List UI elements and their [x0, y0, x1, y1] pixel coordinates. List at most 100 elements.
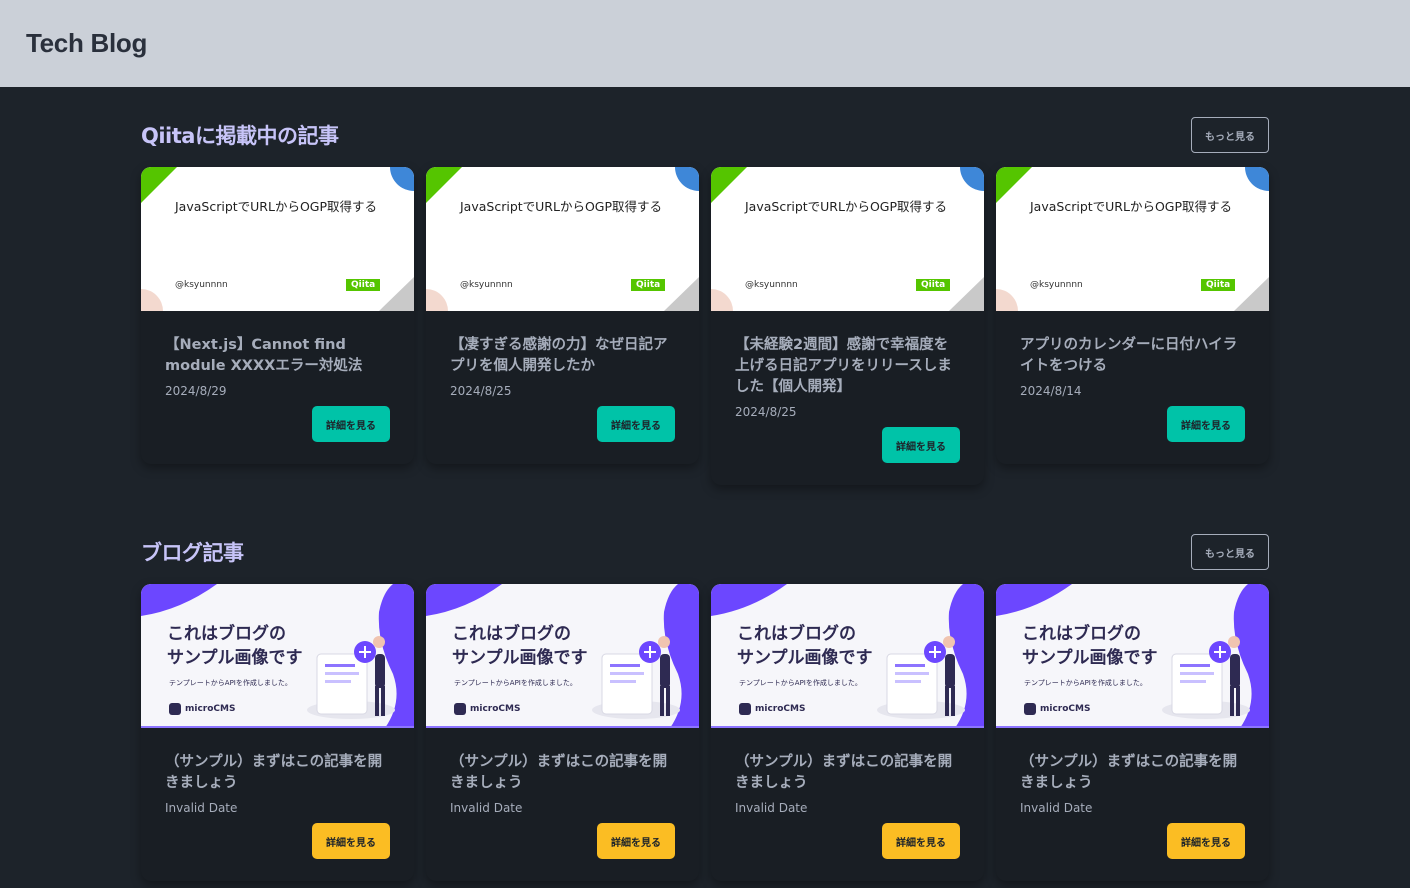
- card-body: 【未経験2週間】感謝で幸福度を上げる日記アプリをリリースしました【個人開発】 2…: [711, 311, 984, 485]
- qiita-card: JavaScriptでURLからOGP取得する @ksyunnnn Qiita …: [996, 167, 1269, 464]
- ogp-user: @ksyunnnn: [460, 280, 513, 290]
- ogp-title: JavaScriptでURLからOGP取得する: [460, 199, 663, 214]
- card-date: 2024/8/25: [735, 405, 797, 419]
- card-date: Invalid Date: [1020, 801, 1093, 815]
- blog-more-button[interactable]: もっと見る: [1191, 534, 1269, 570]
- detail-button[interactable]: 詳細を見る: [597, 406, 675, 442]
- blog-card: これはブログの サンプル画像です テンプレートからAPIを作成しました。 mic…: [141, 584, 414, 881]
- blog-thumbnail[interactable]: これはブログの サンプル画像です テンプレートからAPIを作成しました。 mic…: [711, 584, 984, 728]
- card-actions: 詳細を見る: [450, 406, 675, 442]
- microcms-logo: microCMS: [1024, 703, 1090, 715]
- blog-section-title: ブログ記事: [141, 541, 244, 565]
- microcms-logo-text: microCMS: [470, 704, 521, 714]
- ogp-user: @ksyunnnn: [745, 280, 798, 290]
- qiita-section: Qiitaに掲載中の記事 もっと見る JavaScriptでURLからOGP取得…: [141, 117, 1269, 485]
- blog-thumbnail[interactable]: これはブログの サンプル画像です テンプレートからAPIを作成しました。 mic…: [426, 584, 699, 728]
- card-body: 【Next.js】Cannot find module XXXXエラー対処法 2…: [141, 311, 414, 464]
- ogp-title: JavaScriptでURLからOGP取得する: [745, 199, 948, 214]
- card-title[interactable]: （サンプル）まずはこの記事を開きましょう: [735, 752, 960, 794]
- microcms-logo-icon: [454, 703, 466, 715]
- blog-thumbnail[interactable]: これはブログの サンプル画像です テンプレートからAPIを作成しました。 mic…: [996, 584, 1269, 728]
- sample-image-line2: サンプル画像です: [1022, 648, 1158, 668]
- blog-section-header: ブログ記事 もっと見る: [141, 534, 1269, 570]
- sample-image-heading: これはブログの サンプル画像です: [737, 622, 873, 670]
- card-date: 2024/8/14: [1020, 384, 1082, 398]
- card-actions: 詳細を見る: [1020, 406, 1245, 442]
- card-title[interactable]: （サンプル）まずはこの記事を開きましょう: [450, 752, 675, 794]
- card-title[interactable]: （サンプル）まずはこの記事を開きましょう: [165, 752, 390, 794]
- ogp-user: @ksyunnnn: [1030, 280, 1083, 290]
- card-date: 2024/8/25: [450, 384, 512, 398]
- detail-button[interactable]: 詳細を見る: [882, 823, 960, 859]
- sample-image-line1: これはブログの: [1022, 624, 1141, 644]
- ogp-title: JavaScriptでURLからOGP取得する: [1030, 199, 1233, 214]
- detail-button[interactable]: 詳細を見る: [312, 406, 390, 442]
- main-content: Qiitaに掲載中の記事 もっと見る JavaScriptでURLからOGP取得…: [141, 117, 1269, 881]
- site-title[interactable]: Tech Blog: [26, 28, 147, 59]
- qiita-ogp-thumbnail[interactable]: JavaScriptでURLからOGP取得する @ksyunnnn Qiita: [141, 167, 414, 311]
- microcms-logo-text: microCMS: [185, 704, 236, 714]
- qiita-ogp-thumbnail[interactable]: JavaScriptでURLからOGP取得する @ksyunnnn Qiita: [711, 167, 984, 311]
- qiita-logo: Qiita: [346, 279, 381, 291]
- detail-button[interactable]: 詳細を見る: [1167, 406, 1245, 442]
- qiita-section-header: Qiitaに掲載中の記事 もっと見る: [141, 117, 1269, 153]
- ogp-title: JavaScriptでURLからOGP取得する: [175, 199, 378, 214]
- qiita-card-list: JavaScriptでURLからOGP取得する @ksyunnnn Qiita …: [141, 167, 1269, 485]
- card-date: 2024/8/29: [165, 384, 227, 398]
- card-title[interactable]: アプリのカレンダーに日付ハイライトをつける: [1020, 335, 1245, 377]
- microcms-logo-text: microCMS: [755, 704, 806, 714]
- qiita-logo: Qiita: [916, 279, 951, 291]
- detail-button[interactable]: 詳細を見る: [1167, 823, 1245, 859]
- card-actions: 詳細を見る: [1020, 823, 1245, 859]
- sample-image-line1: これはブログの: [167, 624, 286, 644]
- card-title[interactable]: （サンプル）まずはこの記事を開きましょう: [1020, 752, 1245, 794]
- detail-button[interactable]: 詳細を見る: [597, 823, 675, 859]
- qiita-card: JavaScriptでURLからOGP取得する @ksyunnnn Qiita …: [141, 167, 414, 464]
- sample-image-line1: これはブログの: [452, 624, 571, 644]
- card-actions: 詳細を見る: [165, 823, 390, 859]
- detail-button[interactable]: 詳細を見る: [312, 823, 390, 859]
- microcms-logo: microCMS: [169, 703, 235, 715]
- microcms-logo-icon: [169, 703, 181, 715]
- sample-image-line1: これはブログの: [737, 624, 856, 644]
- sample-image-line2: サンプル画像です: [167, 648, 303, 668]
- microcms-logo-icon: [739, 703, 751, 715]
- blog-card-list: これはブログの サンプル画像です テンプレートからAPIを作成しました。 mic…: [141, 584, 1269, 881]
- sample-image-line2: サンプル画像です: [737, 648, 873, 668]
- card-actions: 詳細を見る: [165, 406, 390, 442]
- qiita-ogp-thumbnail[interactable]: JavaScriptでURLからOGP取得する @ksyunnnn Qiita: [996, 167, 1269, 311]
- detail-button[interactable]: 詳細を見る: [882, 427, 960, 463]
- blog-thumbnail[interactable]: これはブログの サンプル画像です テンプレートからAPIを作成しました。 mic…: [141, 584, 414, 728]
- card-date: Invalid Date: [450, 801, 523, 815]
- sample-image-subtext: テンプレートからAPIを作成しました。: [739, 679, 862, 687]
- card-title[interactable]: 【Next.js】Cannot find module XXXXエラー対処法: [165, 335, 390, 377]
- card-body: アプリのカレンダーに日付ハイライトをつける 2024/8/14 詳細を見る: [996, 311, 1269, 464]
- sample-image-heading: これはブログの サンプル画像です: [1022, 622, 1158, 670]
- sample-image-subtext: テンプレートからAPIを作成しました。: [1024, 679, 1147, 687]
- qiita-logo: Qiita: [1201, 279, 1236, 291]
- sample-image-line2: サンプル画像です: [452, 648, 588, 668]
- card-actions: 詳細を見る: [735, 823, 960, 859]
- card-date: Invalid Date: [735, 801, 808, 815]
- qiita-logo: Qiita: [631, 279, 666, 291]
- blog-section: ブログ記事 もっと見る これはブログの サンプル画像です テンプレートからAPI…: [141, 534, 1269, 881]
- qiita-ogp-thumbnail[interactable]: JavaScriptでURLからOGP取得する @ksyunnnn Qiita: [426, 167, 699, 311]
- card-title[interactable]: 【未経験2週間】感謝で幸福度を上げる日記アプリをリリースしました【個人開発】: [735, 335, 960, 398]
- qiita-section-title: Qiitaに掲載中の記事: [141, 124, 339, 148]
- blog-card: これはブログの サンプル画像です テンプレートからAPIを作成しました。 mic…: [996, 584, 1269, 881]
- qiita-more-button[interactable]: もっと見る: [1191, 117, 1269, 153]
- card-body: （サンプル）まずはこの記事を開きましょう Invalid Date 詳細を見る: [426, 728, 699, 881]
- microcms-logo-text: microCMS: [1040, 704, 1091, 714]
- qiita-card: JavaScriptでURLからOGP取得する @ksyunnnn Qiita …: [711, 167, 984, 485]
- card-body: （サンプル）まずはこの記事を開きましょう Invalid Date 詳細を見る: [141, 728, 414, 881]
- microcms-logo-icon: [1024, 703, 1036, 715]
- card-body: （サンプル）まずはこの記事を開きましょう Invalid Date 詳細を見る: [996, 728, 1269, 881]
- card-body: （サンプル）まずはこの記事を開きましょう Invalid Date 詳細を見る: [711, 728, 984, 881]
- microcms-logo: microCMS: [739, 703, 805, 715]
- microcms-logo: microCMS: [454, 703, 520, 715]
- card-actions: 詳細を見る: [450, 823, 675, 859]
- blog-card: これはブログの サンプル画像です テンプレートからAPIを作成しました。 mic…: [426, 584, 699, 881]
- sample-image-heading: これはブログの サンプル画像です: [167, 622, 303, 670]
- sample-image-heading: これはブログの サンプル画像です: [452, 622, 588, 670]
- card-title[interactable]: 【凄すぎる感謝の力】なぜ日記アプリを個人開発したか: [450, 335, 675, 377]
